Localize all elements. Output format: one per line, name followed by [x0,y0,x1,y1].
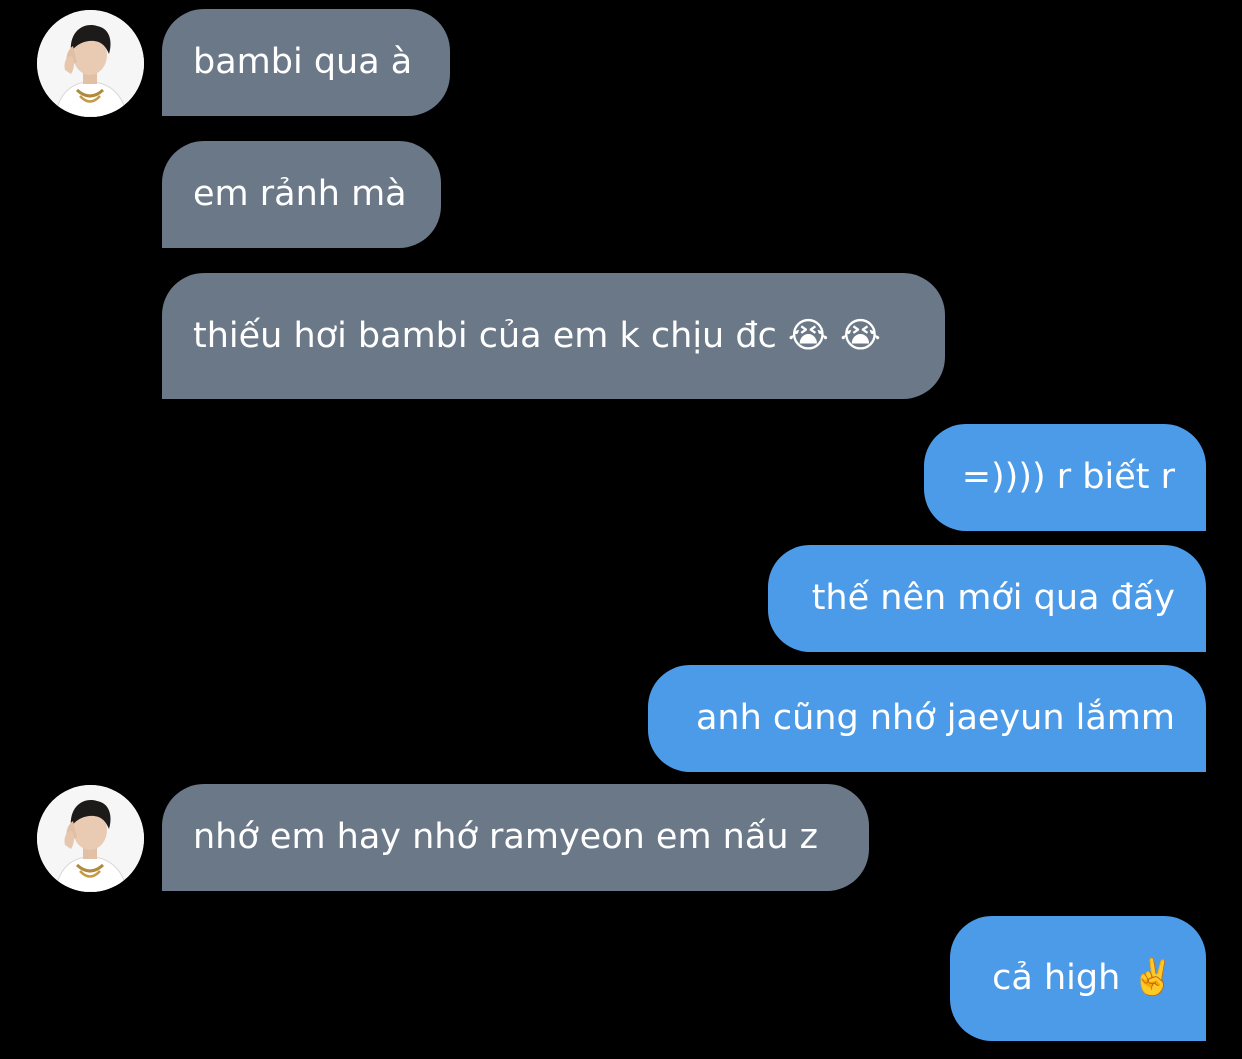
incoming-message[interactable]: bambi qua à [162,9,450,116]
message-text: nhớ em hay nhớ ramyeon em nấu z [193,817,818,857]
outgoing-message[interactable]: thế nên mới qua đấy [768,545,1206,652]
message-text: thiếu hơi bambi của em k chịu đc 😭 😭 [193,315,881,356]
contact-avatar[interactable] [37,10,144,117]
person-portrait-icon [37,785,144,892]
outgoing-message[interactable]: cả high ✌️ [950,916,1206,1041]
incoming-message[interactable]: thiếu hơi bambi của em k chịu đc 😭 😭 [162,273,945,399]
contact-avatar[interactable] [37,785,144,892]
person-portrait-icon [37,10,144,117]
message-text: =)))) r biết r [961,457,1175,497]
message-text: thế nên mới qua đấy [811,578,1175,618]
message-text: em rảnh mà [193,174,407,214]
incoming-message[interactable]: nhớ em hay nhớ ramyeon em nấu z [162,784,869,891]
chat-thread: bambi qua à em rảnh mà thiếu hơi bambi c… [0,0,1242,1059]
outgoing-message[interactable]: =)))) r biết r [924,424,1206,531]
incoming-message[interactable]: em rảnh mà [162,141,441,248]
message-text: anh cũng nhớ jaeyun lắmm [695,698,1175,738]
outgoing-message[interactable]: anh cũng nhớ jaeyun lắmm [648,665,1206,772]
message-text: cả high ✌️ [992,958,1175,998]
message-text: bambi qua à [193,42,413,82]
